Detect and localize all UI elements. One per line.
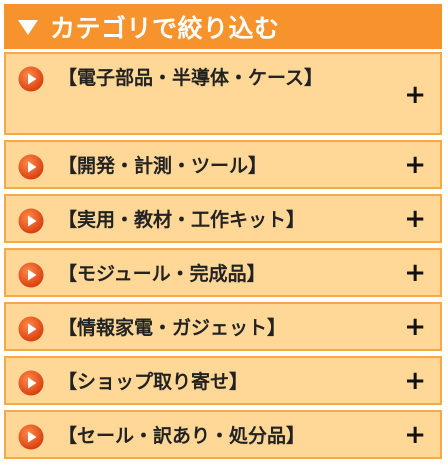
category-item-label: 【開発・計測・ツール】	[58, 155, 268, 177]
triangle-down-icon	[18, 20, 38, 35]
category-item-label: 【モジュール・完成品】	[58, 263, 266, 285]
play-circle-icon	[18, 66, 44, 92]
category-item-sale[interactable]: 【セール・訳あり・処分品】 +	[4, 410, 442, 459]
category-item-label: 【実用・教材・工作キット】	[58, 209, 306, 231]
category-filter-header[interactable]: カテゴリで絞り込む	[4, 4, 442, 49]
play-circle-icon	[18, 370, 44, 396]
play-circle-icon	[18, 262, 44, 288]
play-circle-icon	[18, 316, 44, 342]
category-item-electronic-parts[interactable]: 【電子部品・半導体・ケース】 +	[4, 52, 442, 135]
category-item-label: 【セール・訳あり・処分品】	[58, 425, 306, 447]
play-circle-icon	[18, 154, 44, 180]
category-item-kits[interactable]: 【実用・教材・工作キット】 +	[4, 194, 442, 243]
category-item-dev-tools[interactable]: 【開発・計測・ツール】 +	[4, 140, 442, 189]
play-circle-icon	[18, 424, 44, 450]
plus-icon[interactable]: +	[404, 206, 426, 232]
plus-icon[interactable]: +	[404, 422, 426, 448]
category-item-label: 【情報家電・ガジェット】	[58, 317, 287, 339]
category-filter-panel: カテゴリで絞り込む 【電子部品・半導体・ケース】 + 【開発・計測・ツール】 +…	[0, 0, 448, 459]
plus-icon[interactable]: +	[404, 314, 426, 340]
category-item-modules[interactable]: 【モジュール・完成品】 +	[4, 248, 442, 297]
category-item-label: 【ショップ取り寄せ】	[58, 371, 249, 393]
category-filter-title: カテゴリで絞り込む	[50, 13, 280, 43]
category-list: 【電子部品・半導体・ケース】 + 【開発・計測・ツール】 + 【実用・教材・工作…	[4, 52, 442, 464]
plus-icon[interactable]: +	[404, 368, 426, 394]
plus-icon[interactable]: +	[404, 152, 426, 178]
category-item-special-order[interactable]: 【ショップ取り寄せ】 +	[4, 356, 442, 405]
play-circle-icon	[18, 208, 44, 234]
plus-icon[interactable]: +	[404, 82, 426, 108]
plus-icon[interactable]: +	[404, 260, 426, 286]
category-item-label: 【電子部品・半導体・ケース】	[58, 67, 324, 89]
category-item-gadgets[interactable]: 【情報家電・ガジェット】 +	[4, 302, 442, 351]
